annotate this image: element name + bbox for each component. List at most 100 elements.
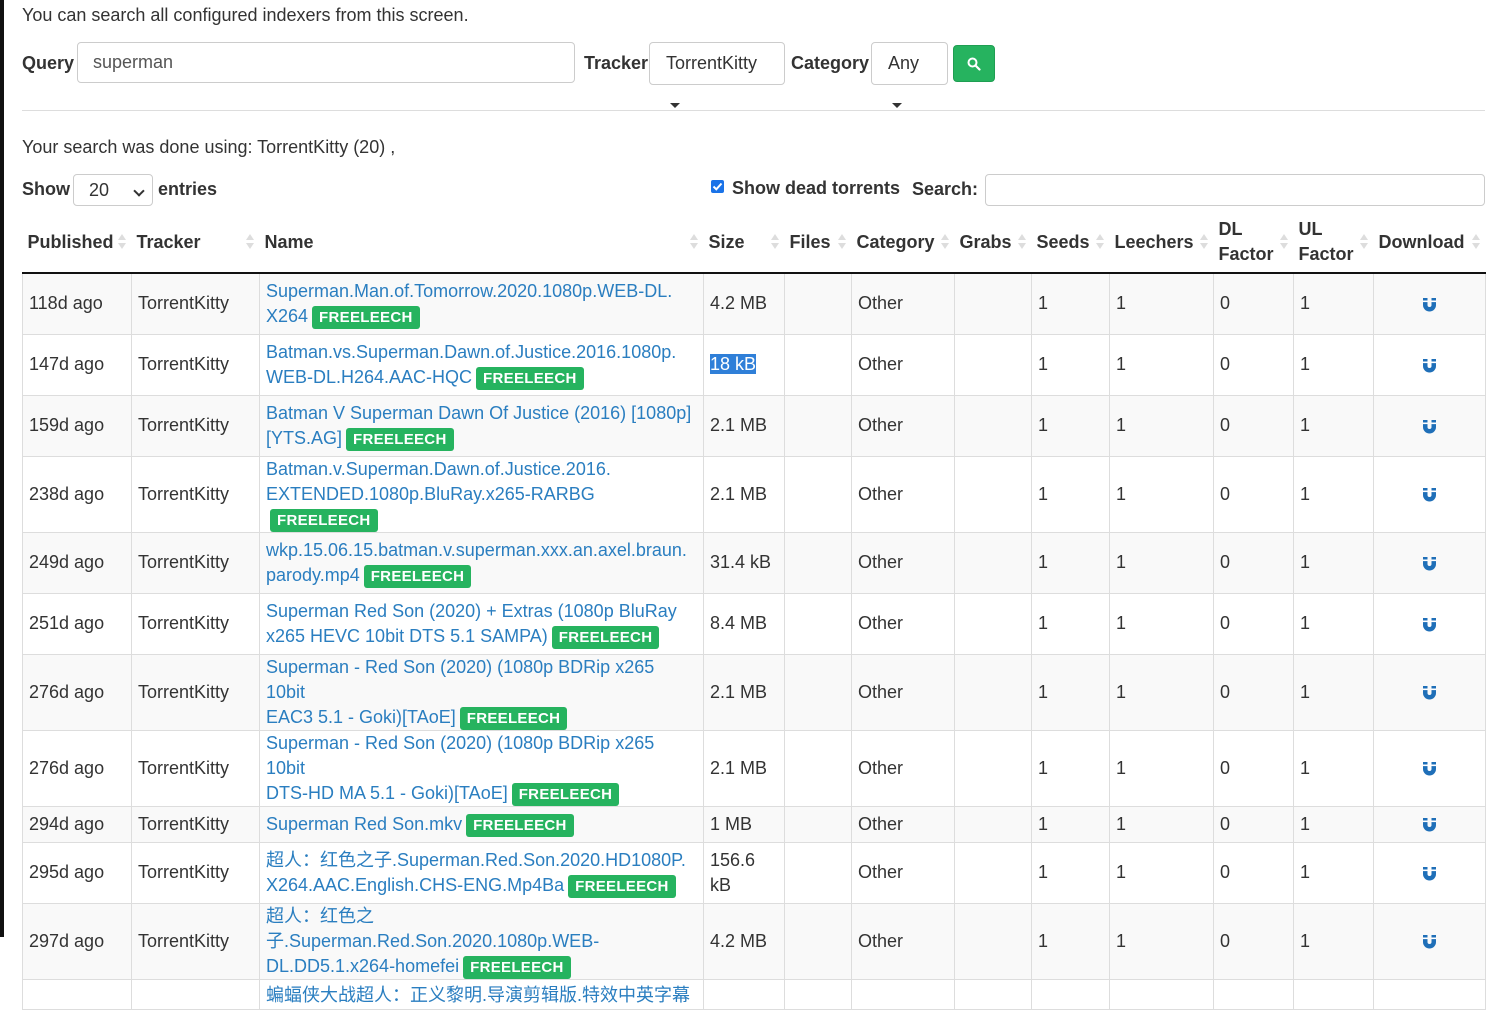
magnet-icon[interactable] <box>1421 486 1438 503</box>
show-dead-checkbox[interactable] <box>711 180 724 193</box>
seeds-value: 1 <box>1038 757 1049 778</box>
cell-leechers: 1 <box>1109 333 1214 396</box>
torrent-link[interactable]: Batman.vs.Superman.Dawn.of.Justice.2016.… <box>266 342 676 387</box>
cell-seeds: 1 <box>1031 394 1110 457</box>
leechers-value: 1 <box>1116 813 1127 834</box>
cell-tracker: TorrentKitty <box>131 333 260 396</box>
col-download[interactable]: Download <box>1373 212 1486 274</box>
leechers-value: 1 <box>1116 415 1127 435</box>
cell-grabs <box>954 272 1032 335</box>
ul-value: 1 <box>1300 483 1311 504</box>
magnet-icon[interactable] <box>1421 418 1438 435</box>
cell-ul: 1 <box>1293 841 1374 904</box>
table-row: 276d ago TorrentKitty Superman - Red Son (… <box>22 653 1486 731</box>
published-value: 159d ago <box>29 415 105 435</box>
show-dead-label[interactable]: Show dead torrents <box>732 178 900 199</box>
cell-seeds <box>1031 978 1110 1010</box>
torrent-name-line1: Batman V Superman Dawn Of Justice (2016)… <box>266 402 692 423</box>
torrent-name-line1: wkp.15.06.15.batman.v.superman.xxx.an.ax… <box>266 539 687 560</box>
torrent-link[interactable]: Batman V Superman Dawn Of Justice (2016)… <box>266 403 691 448</box>
category-value: Other <box>858 862 904 882</box>
size-value: 2.1 MB <box>710 757 768 778</box>
magnet-icon[interactable] <box>1421 555 1438 572</box>
sort-icon <box>1095 234 1104 250</box>
cell-files <box>784 272 852 335</box>
col-ul-factor[interactable]: UL Factor <box>1293 212 1374 274</box>
cell-files <box>784 841 852 904</box>
col-name[interactable]: Name <box>259 212 704 274</box>
category-dropdown[interactable]: Any <box>871 42 948 108</box>
tracker-dropdown[interactable]: TorrentKitty <box>649 42 785 108</box>
magnet-icon[interactable] <box>1421 816 1438 833</box>
tracker-value: TorrentKitty <box>138 415 230 435</box>
search-icon <box>967 57 981 71</box>
cell-files <box>784 978 852 1010</box>
magnet-icon[interactable] <box>1421 933 1438 950</box>
seeds-value: 1 <box>1038 415 1049 435</box>
sort-icon <box>940 234 949 250</box>
cell-tracker: TorrentKitty <box>131 455 260 533</box>
magnet-icon[interactable] <box>1421 296 1438 313</box>
search-button[interactable] <box>953 45 995 82</box>
cell-category: Other <box>851 531 955 594</box>
col-tracker[interactable]: Tracker <box>131 212 260 274</box>
tracker-value: TorrentKitty <box>138 813 230 834</box>
dl-value: 0 <box>1220 681 1231 702</box>
cell-published: 159d ago <box>22 394 132 457</box>
torrent-link[interactable]: Batman.v.Superman.Dawn.of.Justice.2016. E… <box>266 459 611 504</box>
magnet-icon[interactable] <box>1421 865 1438 882</box>
torrent-link[interactable]: 蝙蝠侠大战超人：正义黎明.导演剪辑版.特效中英字幕 <box>266 985 690 1005</box>
magnet-icon[interactable] <box>1421 357 1438 374</box>
category-value: Other <box>858 813 904 834</box>
magnet-icon[interactable] <box>1421 616 1438 633</box>
torrent-name-line2: x265 HEVC 10bit DTS 5.1 SAMPA) <box>266 625 548 646</box>
torrent-name-line2: DL.DD5.1.x264-homefei <box>266 955 460 976</box>
torrent-name-line2: EAC3 5.1 - Goki)[TAoE] <box>266 706 456 727</box>
cell-seeds: 1 <box>1031 333 1110 396</box>
size-value: 1 MB <box>710 813 753 834</box>
entries-select[interactable]: 20 <box>73 174 153 206</box>
category-value: Other <box>858 483 904 504</box>
sort-icon <box>1017 234 1026 250</box>
col-published[interactable]: Published <box>22 212 132 274</box>
table-search-input[interactable] <box>985 174 1485 206</box>
col-category[interactable]: Category <box>851 212 955 274</box>
cell-category: Other <box>851 272 955 335</box>
ul-value: 1 <box>1300 930 1311 951</box>
cell-dl: 0 <box>1213 805 1294 843</box>
col-leechers[interactable]: Leechers <box>1109 212 1214 274</box>
cell-size: 4.2 MB <box>703 272 785 335</box>
cell-name: Superman.Man.of.Tomorrow.2020.1080p.WEB-… <box>259 272 704 335</box>
cell-size: 8.4 MB <box>703 592 785 655</box>
col-seeds[interactable]: Seeds <box>1031 212 1110 274</box>
dl-value: 0 <box>1220 354 1231 374</box>
table-row: 249d ago TorrentKitty wkp.15.06.15.batman.… <box>22 531 1486 594</box>
torrent-name-line1: 超人：红色之子.Superman.Red.Son.2020.1080p.WEB- <box>266 905 600 951</box>
cell-grabs <box>954 455 1032 533</box>
col-label: Leechers <box>1114 231 1194 252</box>
cell-name: 超人：红色之子.Superman.Red.Son.2020.1080p.WEB-… <box>259 902 704 980</box>
cell-leechers: 1 <box>1109 394 1214 457</box>
torrent-name-line2: DTS-HD MA 5.1 - Goki)[TAoE] <box>266 782 508 803</box>
cell-size: 18 kB <box>703 333 785 396</box>
cell-files <box>784 592 852 655</box>
published-value: 238d ago <box>29 483 105 504</box>
cell-dl: 0 <box>1213 729 1294 807</box>
cell-category <box>851 978 955 1010</box>
torrent-link[interactable]: wkp.15.06.15.batman.v.superman.xxx.an.ax… <box>266 540 687 585</box>
seeds-value: 1 <box>1038 681 1049 702</box>
query-input[interactable]: superman <box>77 42 575 83</box>
torrent-link[interactable]: Superman Red Son.mkv <box>266 814 462 834</box>
sort-icon <box>1199 234 1208 250</box>
col-size[interactable]: Size <box>703 212 785 274</box>
cell-leechers: 1 <box>1109 531 1214 594</box>
col-grabs[interactable]: Grabs <box>954 212 1032 274</box>
magnet-icon[interactable] <box>1421 684 1438 701</box>
col-dl-factor[interactable]: DL Factor <box>1213 212 1294 274</box>
col-files[interactable]: Files <box>784 212 852 274</box>
freeleech-badge: FREELEECH <box>459 706 568 730</box>
published-value: 249d ago <box>29 552 105 572</box>
torrent-name-line1: Superman Red Son (2020) + Extras (1080p … <box>266 600 677 621</box>
magnet-icon[interactable] <box>1421 760 1438 777</box>
cell-files <box>784 653 852 731</box>
